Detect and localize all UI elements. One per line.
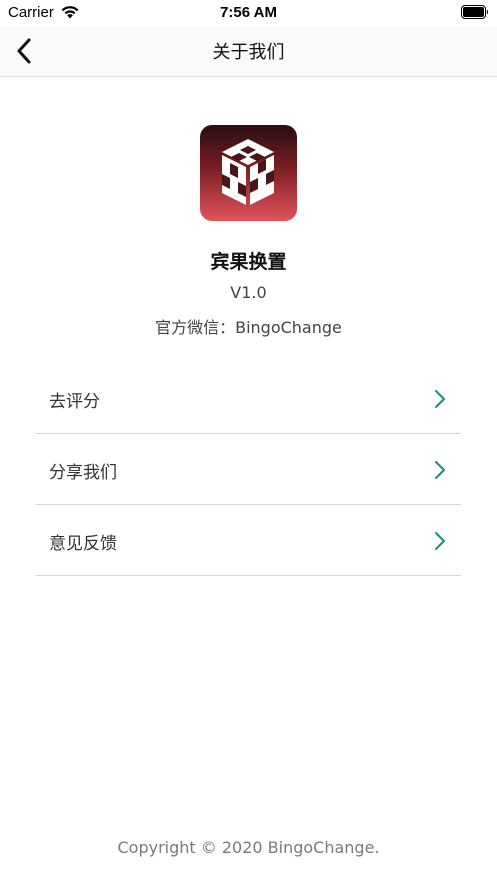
battery-icon [461,5,488,19]
app-name: 宾果换置 [210,251,287,273]
app-version: V1.0 [230,283,267,302]
menu-item-rate[interactable]: 去评分 [36,363,461,434]
status-time: 7:56 AM [220,4,277,21]
chevron-right-icon [435,532,445,550]
about-us-screen: Carrier 7:56 AM 关于我们 宾果换置 V1.0 官方微信：Bing… [0,0,497,883]
navigation-bar: 关于我们 [0,26,497,77]
menu-item-label: 分享我们 [49,463,117,483]
status-bar: Carrier 7:56 AM [0,0,497,26]
chevron-right-icon [435,390,445,408]
page-title: 关于我们 [212,42,285,63]
menu-item-share[interactable]: 分享我们 [36,434,461,505]
copyright-footer: Copyright © 2020 BingoChange. [117,838,380,857]
menu-item-label: 意见反馈 [49,534,117,554]
settings-menu: 去评分 分享我们 意见反馈 [36,363,461,576]
app-logo [200,125,297,221]
cube-logo-icon [222,139,274,205]
menu-item-feedback[interactable]: 意见反馈 [36,505,461,576]
chevron-right-icon [435,461,445,479]
wechat-account: 官方微信：BingoChange [155,318,342,337]
menu-item-label: 去评分 [49,392,100,412]
